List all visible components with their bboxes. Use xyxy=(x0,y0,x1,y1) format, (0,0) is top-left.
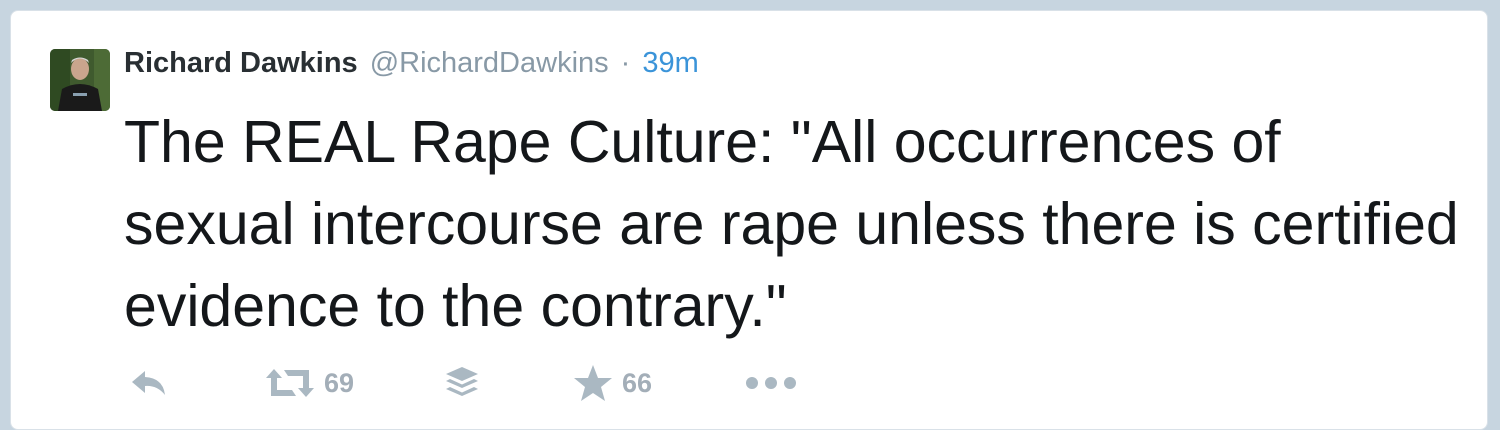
star-icon xyxy=(572,364,614,402)
tweet-actions: 69 66 xyxy=(124,361,844,405)
author-avatar[interactable] xyxy=(50,49,110,111)
tweet-timestamp[interactable]: 39m xyxy=(642,47,698,80)
tweet-card[interactable]: Richard Dawkins @RichardDawkins · 39m Th… xyxy=(10,10,1488,430)
buffer-button[interactable] xyxy=(442,361,482,405)
more-button[interactable] xyxy=(744,361,798,405)
layers-icon xyxy=(442,365,482,401)
retweet-icon xyxy=(264,366,316,400)
reply-icon xyxy=(129,366,169,400)
more-dots-icon xyxy=(744,373,798,393)
separator-dot: · xyxy=(620,47,631,79)
tweet-text: The REAL Rape Culture: "All occurrences … xyxy=(124,109,1459,339)
favorite-count: 66 xyxy=(622,367,653,398)
author-handle[interactable]: @RichardDawkins xyxy=(370,47,609,80)
author-name[interactable]: Richard Dawkins xyxy=(124,47,358,80)
retweet-button[interactable]: 69 xyxy=(264,361,354,405)
tweet-header: Richard Dawkins @RichardDawkins · 39m xyxy=(124,47,699,87)
favorite-button[interactable]: 66 xyxy=(572,361,652,405)
reply-button[interactable] xyxy=(129,361,169,405)
retweet-count: 69 xyxy=(324,367,355,398)
